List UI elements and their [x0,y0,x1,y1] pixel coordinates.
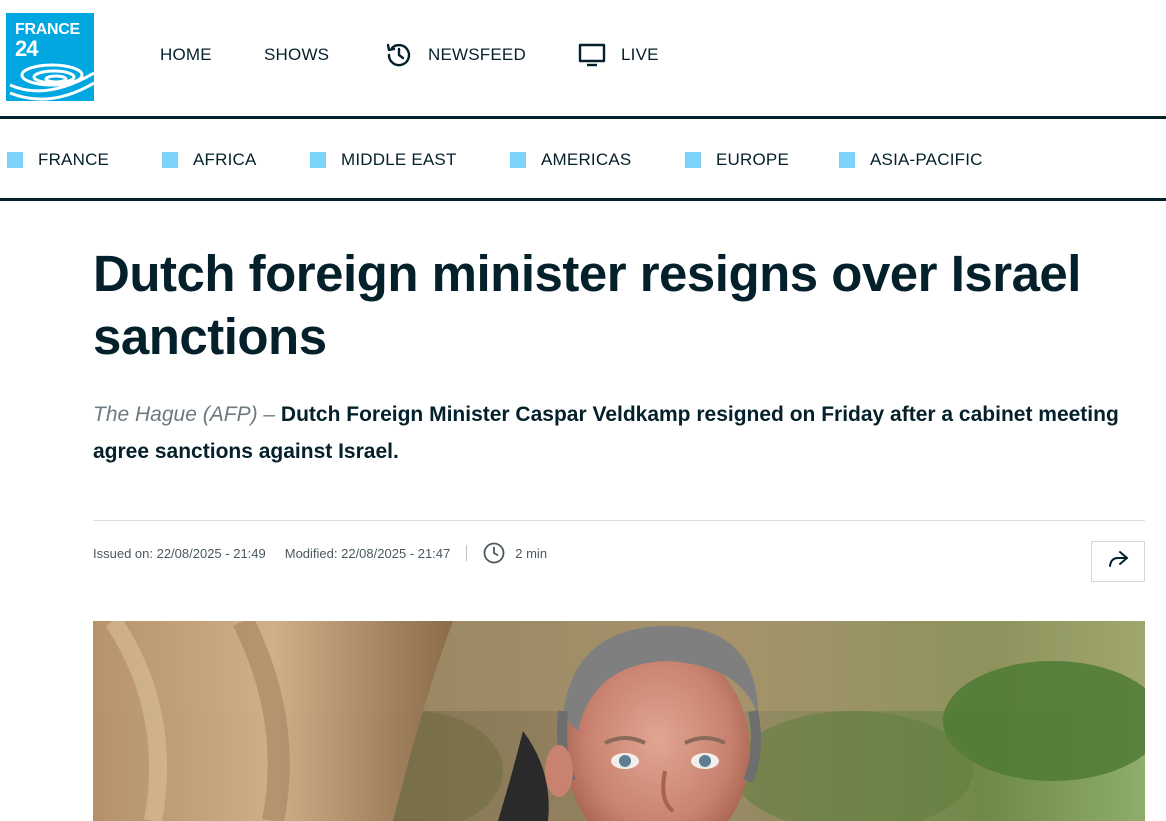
lede-line2: agree sanctions against Israel. [93,440,399,463]
lede-line1: Dutch Foreign Minister Caspar Veldkamp r… [280,403,1119,426]
france24-logo[interactable]: FRANCE 24 [6,13,94,101]
nav-newsfeed[interactable]: NEWSFEED [384,40,526,70]
article-lede: The Hague (AFP) – Dutch Foreign Minister… [93,396,1166,470]
region-marker [310,152,326,168]
region-label: AFRICA [193,150,257,169]
nav-home-label: HOME [160,45,212,64]
article-title: Dutch foreign minister resigns over Isra… [93,242,1166,368]
regions-nav: FRANCE AFRICA MIDDLE EAST AMERICAS EUROP… [0,120,1166,199]
issued-date: Issued on: 22/08/2025 - 21:49 [93,545,266,561]
modified-date: Modified: 22/08/2025 - 21:47 [284,545,451,561]
tv-monitor-icon [577,40,607,70]
region-france[interactable]: FRANCE [7,150,109,170]
region-marker [685,152,701,168]
region-marker [510,152,526,168]
region-marker [839,152,855,168]
region-asia-pacific[interactable]: ASIA-PACIFIC [839,150,983,170]
nav-home[interactable]: HOME [160,40,212,70]
nav-shows-label: SHOWS [264,45,330,64]
article-meta: Issued on: 22/08/2025 - 21:49 Modified: … [93,541,547,565]
region-label: AMERICAS [541,150,632,169]
share-button[interactable] [1091,541,1145,582]
nav-live-label: LIVE [621,45,659,64]
region-americas[interactable]: AMERICAS [510,150,631,170]
photo-image [93,621,1145,821]
share-arrow-icon [1107,550,1129,573]
region-label: EUROPE [716,150,789,169]
region-label: ASIA-PACIFIC [870,150,983,169]
meta-separator [466,545,468,561]
read-time: 2 min [515,545,548,561]
region-marker [162,152,178,168]
region-africa[interactable]: AFRICA [162,150,257,170]
region-middle-east[interactable]: MIDDLE EAST [310,150,457,170]
article-photo [93,621,1145,821]
article-dateline: The Hague (AFP) – [93,403,281,426]
article-divider [93,520,1145,521]
article-title-line1: Dutch foreign minister resigns over Isra… [93,245,1081,302]
nav-live[interactable]: LIVE [577,40,659,70]
regions-divider [0,198,1166,201]
region-label: MIDDLE EAST [341,150,457,169]
article-title-line2: sanctions [93,308,327,365]
header-divider [0,116,1166,119]
clock-icon [483,542,505,564]
region-marker [7,152,23,168]
region-label: FRANCE [38,150,110,169]
logo-text-24: 24 [15,36,39,61]
site-header: FRANCE 24 HOME SHOWS NEWSFEED LIVE [0,0,1166,117]
nav-shows[interactable]: SHOWS [264,40,329,70]
region-europe[interactable]: EUROPE [685,150,789,170]
history-clock-icon [384,40,414,70]
nav-newsfeed-label: NEWSFEED [428,45,526,64]
